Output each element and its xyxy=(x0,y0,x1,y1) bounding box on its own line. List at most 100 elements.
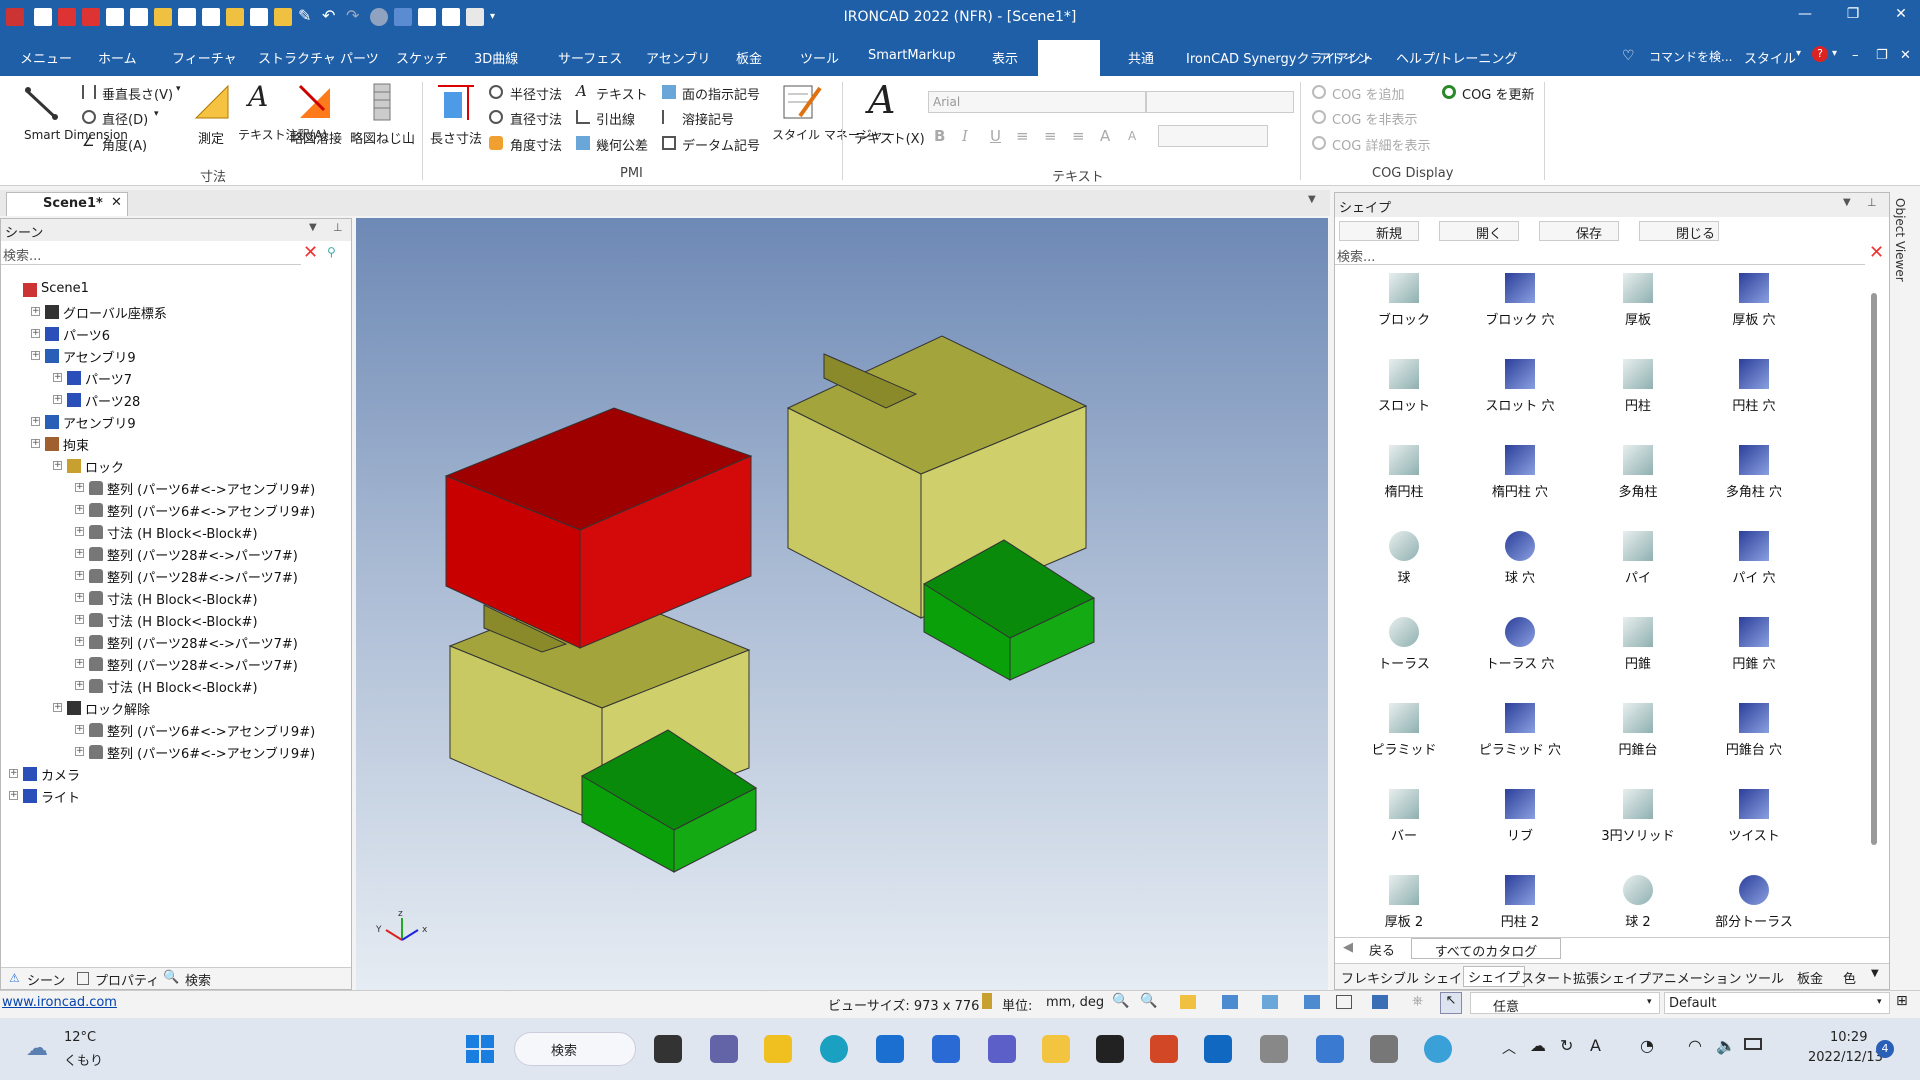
object-viewer-side-tab[interactable]: Object Viewer xyxy=(1893,198,1907,282)
lightbulb-icon[interactable]: ♡ xyxy=(1622,48,1635,64)
align-left-icon[interactable]: ≡ xyxy=(1016,127,1029,145)
diameter-dropdown-icon[interactable]: ▾ xyxy=(154,109,159,119)
shape-item[interactable]: ピラミッド xyxy=(1349,703,1459,758)
tab-list-dropdown-icon[interactable]: ▼ xyxy=(1308,194,1316,205)
catalog-tab-2[interactable]: スタート xyxy=(1521,968,1573,987)
shape-item[interactable]: 円錐 穴 xyxy=(1699,617,1809,672)
font-shrink-icon[interactable]: A xyxy=(1128,129,1136,143)
menu-tab-13[interactable]: 共通 xyxy=(1128,48,1154,67)
tree-item[interactable]: ライト xyxy=(41,787,80,806)
zoom-icon[interactable]: 🔍 xyxy=(1112,993,1129,1009)
underline-icon[interactable]: U xyxy=(990,127,1001,145)
search-options-icon[interactable]: ⚲ xyxy=(327,245,336,259)
temperature[interactable]: 12°C xyxy=(64,1030,96,1045)
powerpoint-icon[interactable] xyxy=(1150,1035,1178,1063)
tree-item[interactable]: 整列 (パーツ28#<->パーツ7#) xyxy=(107,633,298,652)
minimize-button[interactable]: — xyxy=(1790,6,1820,22)
cog-update-button[interactable]: COG を更新 xyxy=(1462,84,1535,103)
tree-expander[interactable]: + xyxy=(31,439,40,448)
style-select[interactable]: Default ▾ xyxy=(1664,992,1890,1014)
tree-expander[interactable]: + xyxy=(75,593,84,602)
shape-item[interactable]: スロット 穴 xyxy=(1465,359,1575,414)
tree-item[interactable]: 寸法 (H Block<-Block#) xyxy=(107,589,258,608)
command-search[interactable]: コマンドを検... xyxy=(1649,48,1732,65)
doc-minimize-button[interactable]: – xyxy=(1852,48,1859,63)
tree-item[interactable]: 整列 (パーツ6#<->アセンブリ9#) xyxy=(107,501,315,520)
menu-tab-6[interactable]: サーフェス xyxy=(558,48,622,67)
network-icon[interactable]: ⊞ xyxy=(1896,993,1908,1009)
tree-item[interactable]: パーツ6 xyxy=(63,325,110,344)
tree-item[interactable]: ロック解除 xyxy=(85,699,150,718)
text-style-select[interactable] xyxy=(1158,125,1268,147)
tree-expander[interactable]: + xyxy=(53,703,62,712)
thread-icon[interactable] xyxy=(372,82,392,122)
tree-expander[interactable]: + xyxy=(75,505,84,514)
font-grow-icon[interactable]: A xyxy=(1100,127,1110,145)
style-manager-button[interactable]: スタイル マネージャー xyxy=(772,128,895,143)
surface-mark-button[interactable]: 面の指示記号 xyxy=(682,84,760,103)
display-icon[interactable] xyxy=(1372,995,1388,1009)
tree-item[interactable]: 整列 (パーツ28#<->パーツ7#) xyxy=(107,655,298,674)
shape-scrollbar[interactable] xyxy=(1871,293,1877,845)
tree-expander[interactable]: + xyxy=(31,307,40,316)
tree-expander[interactable]: + xyxy=(31,417,40,426)
smart-dimension-button[interactable]: Smart Dimension xyxy=(24,128,128,143)
shape-item[interactable]: 楕円柱 穴 xyxy=(1465,445,1575,500)
tree-expander[interactable]: + xyxy=(53,461,62,470)
shape-item[interactable]: パイ xyxy=(1583,531,1693,586)
open-catalog-button[interactable]: 開く xyxy=(1439,221,1519,242)
tree-item[interactable]: アセンブリ9 xyxy=(63,413,136,432)
tree-expander[interactable]: + xyxy=(75,549,84,558)
tree-item[interactable]: 整列 (パーツ28#<->パーツ7#) xyxy=(107,545,298,564)
tree-item[interactable]: アセンブリ9 xyxy=(63,347,136,366)
tree-item[interactable]: 整列 (パーツ6#<->アセンブリ9#) xyxy=(107,743,315,762)
start-icon[interactable] xyxy=(466,1035,494,1063)
menu-tab-5[interactable]: 3D曲線 xyxy=(474,48,518,67)
text-note-button[interactable]: テキスト注釈(A) xyxy=(238,128,327,143)
clear-search-icon[interactable]: ✕ xyxy=(303,243,318,263)
shape-item[interactable]: トーラス xyxy=(1349,617,1459,672)
shape-item[interactable]: ツイスト xyxy=(1699,789,1809,844)
menu-tab-16[interactable]: ヘルプ/トレーニング xyxy=(1396,48,1517,67)
menu-tab-2[interactable]: フィーチャ xyxy=(172,48,237,67)
tree-item[interactable]: 整列 (パーツ6#<->アセンブリ9#) xyxy=(107,479,315,498)
tree-expander[interactable]: + xyxy=(75,659,84,668)
close-catalog-button[interactable]: 閉じる xyxy=(1639,221,1719,242)
camera-mode-icon[interactable] xyxy=(1262,995,1278,1009)
shape-item[interactable]: 多角柱 xyxy=(1583,445,1693,500)
tree-expander[interactable]: + xyxy=(75,725,84,734)
shape-item[interactable]: 楕円柱 xyxy=(1349,445,1459,500)
shape-item[interactable]: 厚板 xyxy=(1583,273,1693,328)
view-mode-icon[interactable] xyxy=(1180,995,1196,1009)
explorer-icon[interactable] xyxy=(1042,1035,1070,1063)
leader-button[interactable]: 引出線 xyxy=(596,109,635,128)
measure-button[interactable]: 測定 xyxy=(198,128,224,147)
vertical-dropdown-icon[interactable]: ▾ xyxy=(176,84,181,94)
link-icon[interactable]: ⎈ xyxy=(1412,993,1423,1009)
shape-item[interactable]: 円錐台 xyxy=(1583,703,1693,758)
angle-dim-button[interactable]: 角度寸法 xyxy=(510,135,562,154)
store-icon[interactable] xyxy=(932,1035,960,1063)
edge-icon[interactable] xyxy=(820,1035,848,1063)
tree-expander[interactable]: + xyxy=(75,615,84,624)
shape-item[interactable]: 球 2 xyxy=(1583,875,1693,930)
geotol-button[interactable]: 幾何公差 xyxy=(596,135,648,154)
help-icon[interactable]: ? xyxy=(1812,46,1828,62)
wifi-icon[interactable]: ◠ xyxy=(1688,1036,1702,1055)
shape-item[interactable]: 厚板 2 xyxy=(1349,875,1459,930)
shape-item[interactable]: 多角柱 穴 xyxy=(1699,445,1809,500)
meet-icon[interactable] xyxy=(710,1035,738,1063)
datum-mark-button[interactable]: データム記号 xyxy=(682,135,760,154)
radius-dim-button[interactable]: 半径寸法 xyxy=(510,84,562,103)
task-view-icon[interactable] xyxy=(654,1035,682,1063)
shape-search-input[interactable]: 検索... xyxy=(1335,245,1865,265)
help-dropdown-icon[interactable]: ▾ xyxy=(1832,48,1837,59)
ironcad2-taskbar-icon[interactable] xyxy=(1370,1035,1398,1063)
clear-shape-search-icon[interactable]: ✕ xyxy=(1869,243,1884,263)
text-button[interactable]: テキスト xyxy=(596,84,648,103)
align-center-icon[interactable]: ≡ xyxy=(1044,127,1057,145)
tree-expander[interactable]: + xyxy=(9,791,18,800)
terminal-icon[interactable] xyxy=(1096,1035,1124,1063)
lighting-icon[interactable] xyxy=(1336,995,1352,1009)
vertical-length-button[interactable]: 垂直長さ(V) xyxy=(102,84,173,103)
